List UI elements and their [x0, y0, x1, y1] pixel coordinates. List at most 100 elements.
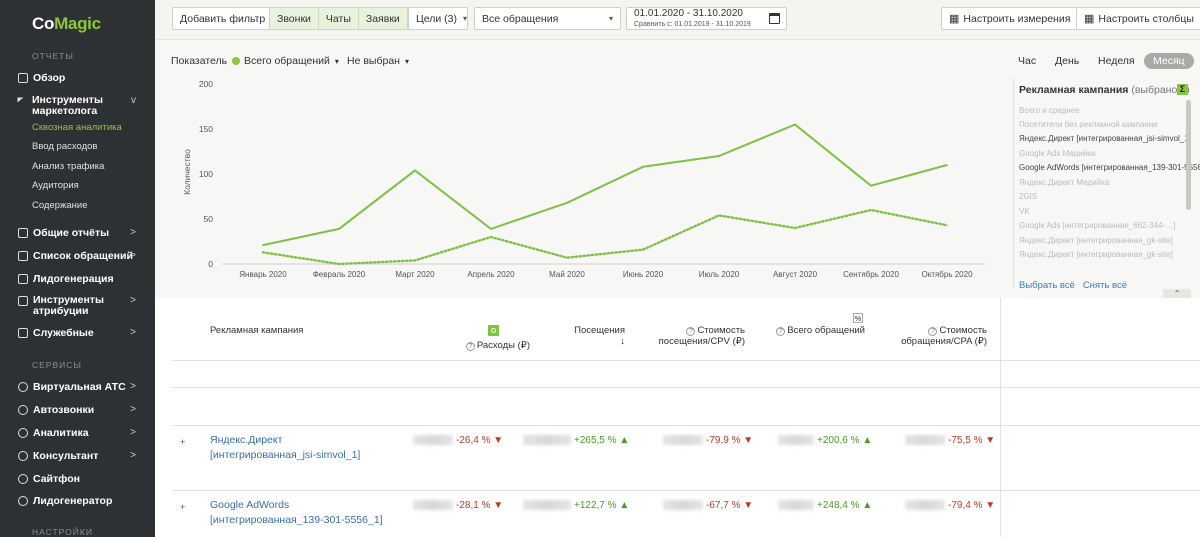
leadgen-icon [18, 274, 28, 284]
toolbar: Добавить фильтр Звонки Чаты Заявки Цели … [155, 0, 1200, 40]
legend-item[interactable]: Яндекс.Директ [интегрированная_gk-site] [1019, 236, 1173, 245]
col-header-expenses[interactable]: ? Расходы (₽) [435, 340, 530, 351]
columns-icon: ▦ [1084, 13, 1095, 25]
legend-item[interactable]: Яндекс.Директ Медийка [1019, 178, 1109, 187]
period-month[interactable]: Месяц [1144, 53, 1194, 69]
legend-item[interactable]: VK [1019, 207, 1030, 216]
sidebar-item-leadgen[interactable]: Лидогенерация [18, 273, 146, 285]
chevron-right-icon: > [130, 295, 136, 306]
cpv-cell: -79,9 % ▼ [663, 435, 753, 446]
chevron-down-icon: ▾ [463, 14, 468, 23]
sidebar: CoMagic ОТЧЕТЫ Обзор Инструменты маркето… [0, 0, 155, 537]
col-header-visits[interactable]: Посещения ↓ [555, 325, 625, 347]
indicator-dropdown[interactable]: Всего обращений ▾ [232, 55, 339, 67]
period-hour[interactable]: Час [1018, 55, 1036, 67]
series-dot-icon [232, 57, 240, 65]
sidebar-item-analytics[interactable]: Аналитика > [18, 427, 146, 439]
expenses-cell: -26,4 % ▼ [413, 435, 503, 446]
help-icon[interactable]: ? [686, 327, 696, 336]
col-header-cpa[interactable]: ? Стоимость обращения/CPA (₽) [890, 325, 987, 347]
expand-row-icon[interactable]: + [180, 502, 185, 512]
legend-item[interactable]: Яндекс.Директ [интегрированная_gk-site] [1019, 250, 1173, 259]
visits-cell: +122,7 % ▲ [523, 500, 629, 511]
report-table: Рекламная кампания ? Расходы (₽) Посещени… [155, 298, 1200, 537]
chat-icon [18, 451, 28, 461]
sidebar-item-appeals-list[interactable]: Список обращений > [18, 250, 146, 262]
col-header-campaign[interactable]: Рекламная кампания [210, 325, 303, 336]
section-services-heading: СЕРВИСЫ [32, 360, 82, 370]
legend-item[interactable]: Google Ads Медийка [1019, 149, 1095, 158]
sidebar-item-virtual-pbx[interactable]: Виртуальная АТС > [18, 381, 146, 393]
sidebar-item-attribution-tools[interactable]: Инструменты атрибуции > [18, 295, 146, 317]
chevron-down-icon: ▾ [404, 57, 409, 66]
chevron-right-icon: > [130, 450, 136, 461]
clear-all-link[interactable]: Снять всё [1083, 280, 1127, 291]
row-divider [172, 490, 1200, 491]
help-icon[interactable]: ? [776, 327, 786, 336]
table-icon: ▦ [949, 13, 960, 25]
select-all-link[interactable]: Выбрать всё [1019, 280, 1075, 291]
legend-item[interactable]: Google AdWords [интегрированная_139-301-… [1019, 163, 1200, 172]
chevron-down-icon: v [131, 95, 136, 106]
sidebar-subitem-content[interactable]: Содержание [32, 200, 88, 211]
expand-row-icon[interactable]: + [180, 437, 185, 447]
sidebar-subitem-expense-input[interactable]: Ввод расходов [32, 141, 97, 152]
analytics-icon [18, 428, 28, 438]
calendar-icon [769, 13, 780, 24]
sidebar-item-general-reports[interactable]: Общие отчёты > [18, 227, 146, 239]
secondary-indicator-dropdown[interactable]: Не выбран ▾ [347, 55, 409, 67]
date-range-picker[interactable]: 01.01.2020 - 31.10.2020 Сравнить с: 01.0… [626, 7, 787, 30]
campaign-link[interactable]: Яндекс.Директ [интегрированная_jsi-simvo… [210, 433, 385, 463]
cpv-cell: -67,7 % ▼ [663, 500, 753, 511]
legend-item[interactable]: Посетители без рекламной кампании [1019, 120, 1158, 129]
leadgenerator-icon [18, 496, 28, 506]
help-icon[interactable]: ? [465, 342, 475, 351]
channel-toggle-group: Звонки Чаты Заявки [269, 7, 408, 30]
sidebar-item-leadgenerator[interactable]: Лидогенератор [18, 495, 146, 507]
campaign-legend-panel: Рекламная кампания (выбрано 2) Σ Всего и… [1013, 78, 1200, 291]
legend-item[interactable]: Яндекс.Директ [интегрированная_jsi-simvo… [1019, 134, 1191, 143]
sidebar-item-sitephone[interactable]: Сайтфон [18, 473, 146, 485]
legend-title: Рекламная кампания (выбрано 2) [1019, 84, 1190, 96]
campaign-link[interactable]: Google AdWords [интегрированная_139-301-… [210, 498, 385, 528]
percent-toggle[interactable]: % [853, 313, 863, 323]
sidebar-item-overview[interactable]: Обзор [18, 72, 146, 84]
cpa-cell: -75,5 % ▼ [905, 435, 995, 446]
requests-toggle[interactable]: Заявки [358, 8, 407, 29]
sidebar-item-service[interactable]: Служебные > [18, 327, 146, 339]
sidebar-subitem-audience[interactable]: Аудитория [32, 180, 79, 191]
configure-columns-button[interactable]: ▦ Настроить столбцы [1076, 7, 1200, 30]
sigma-icon[interactable]: Σ [1177, 84, 1188, 95]
configure-measures-button[interactable]: ▦ Настроить измерения [941, 7, 1079, 30]
sidebar-subitem-traffic-analysis[interactable]: Анализ трафика [32, 161, 104, 172]
sidebar-item-consultant[interactable]: Консультант > [18, 450, 146, 462]
help-icon[interactable]: ? [928, 327, 938, 336]
add-filter-button[interactable]: Добавить фильтр [172, 7, 274, 30]
period-week[interactable]: Неделя [1098, 55, 1135, 67]
legend-item[interactable]: Всего и среднее [1019, 106, 1080, 115]
sort-down-arrow-icon: ↓ [620, 336, 625, 347]
calls-toggle[interactable]: Звонки [270, 8, 319, 29]
chats-toggle[interactable]: Чаты [318, 8, 359, 29]
chevron-right-icon: > [130, 381, 136, 392]
appeals-select[interactable]: Все обращения ▾ [474, 7, 621, 30]
appeals-cell: +200,6 % ▲ [778, 435, 872, 446]
settings-gear-icon[interactable] [488, 325, 499, 336]
sidebar-item-marketer-tools[interactable]: Инструменты маркетолога v [17, 95, 146, 117]
sidebar-subitem-end-to-end-analytics[interactable]: Сквозная аналитика [32, 122, 122, 133]
sidebar-item-autocalls[interactable]: Автозвонки > [18, 404, 146, 416]
goals-dropdown[interactable]: Цели (3) ▾ [408, 7, 468, 30]
list-icon [18, 251, 28, 261]
chevron-right-icon: > [130, 404, 136, 415]
col-header-cpv[interactable]: ? Стоимость посещения/CPV (₽) [655, 325, 745, 347]
reports-icon [18, 228, 28, 238]
legend-item[interactable]: Google Ads [интегрированная_662-344-…] [1019, 221, 1175, 230]
expenses-cell: -28,1 % ▼ [413, 500, 503, 511]
chevron-right-icon: > [130, 227, 136, 238]
comagic-logo[interactable]: CoMagic [32, 14, 101, 34]
legend-item[interactable]: 2GIS [1019, 192, 1037, 201]
legend-scrollbar[interactable] [1186, 100, 1191, 210]
period-day[interactable]: День [1055, 55, 1079, 67]
service-icon [18, 328, 28, 338]
col-header-total-appeals[interactable]: ? Всего обращений [765, 325, 865, 336]
